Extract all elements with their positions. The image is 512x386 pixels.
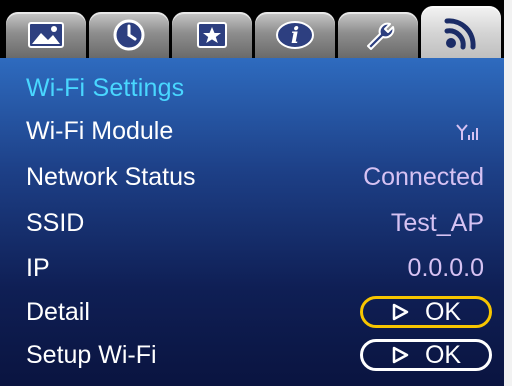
detail-label: Detail: [26, 298, 90, 326]
clock-icon: [112, 18, 146, 52]
wifi-module-label: Wi-Fi Module: [26, 117, 174, 145]
network-status-value: Connected: [363, 163, 484, 191]
info-icon: i: [274, 20, 316, 50]
detail-ok-button[interactable]: OK: [360, 296, 492, 328]
tab-slideshow[interactable]: [172, 12, 252, 58]
tab-bar: i: [6, 6, 501, 60]
wifi-settings-screen: i Wi-Fi Settings Wi-Fi Module Network St…: [0, 0, 512, 386]
play-icon: [392, 303, 409, 321]
settings-panel: Wi-Fi Settings Wi-Fi Module Network Stat…: [0, 58, 504, 386]
wifi-icon: [439, 13, 483, 53]
tab-wifi[interactable]: [421, 6, 501, 60]
ip-label: IP: [26, 254, 50, 282]
setup-wifi-label: Setup Wi-Fi: [26, 341, 157, 369]
tab-info[interactable]: i: [255, 12, 335, 58]
tab-clock[interactable]: [89, 12, 169, 58]
detail-ok-label: OK: [424, 297, 462, 326]
svg-text:i: i: [291, 23, 299, 49]
signal-bars-icon: [456, 122, 480, 147]
wrench-icon: [358, 20, 398, 50]
play-icon: [392, 346, 409, 364]
network-status-label: Network Status: [26, 163, 196, 191]
setup-wifi-ok-button[interactable]: OK: [360, 339, 492, 371]
picture-icon: [26, 20, 66, 50]
tab-tools[interactable]: [338, 12, 418, 58]
ssid-value: Test_AP: [390, 209, 484, 237]
ip-value: 0.0.0.0: [407, 254, 484, 282]
ssid-label: SSID: [26, 209, 85, 237]
page-title: Wi-Fi Settings: [26, 74, 185, 102]
screen-edge: [504, 0, 512, 386]
star-frame-icon: [195, 20, 229, 50]
tab-pictures[interactable]: [6, 12, 86, 58]
setup-wifi-ok-label: OK: [424, 340, 462, 369]
